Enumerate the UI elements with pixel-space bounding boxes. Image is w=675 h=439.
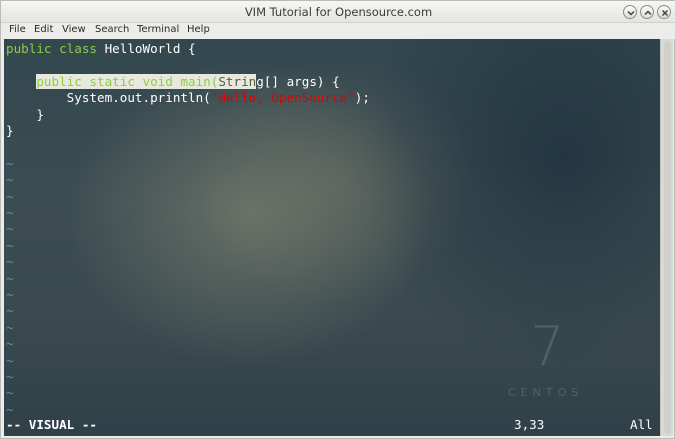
code-text: } (6, 123, 14, 138)
code-text: ); (354, 90, 370, 106)
menu-bar: File Edit View Search Terminal Help (1, 23, 675, 39)
empty-line-marker: ~ (6, 385, 14, 401)
code-text: HelloWorld { (104, 41, 196, 56)
code-text: } (36, 106, 44, 122)
menu-search[interactable]: Search (95, 24, 129, 35)
code-line-4: System.out.println("Hello, OpenSource"); (6, 90, 370, 106)
menu-terminal[interactable]: Terminal (137, 24, 179, 35)
empty-line-marker: ~ (6, 221, 14, 237)
window-title: VIM Tutorial for Opensource.com (244, 5, 433, 19)
menu-help[interactable]: Help (187, 24, 210, 35)
title-bar[interactable]: VIM Tutorial for Opensource.com (1, 1, 675, 23)
scroll-position: All (630, 417, 653, 432)
empty-line-marker: ~ (6, 155, 14, 171)
scrollbar-track[interactable] (664, 41, 671, 434)
empty-line-marker: ~ (6, 205, 14, 220)
empty-line-marker: ~ (6, 319, 14, 335)
code-text: System.out.println( (66, 90, 211, 106)
cursor-position: 3,33 (514, 417, 545, 432)
code-text: g[] args) { (256, 73, 340, 89)
close-icon (662, 10, 668, 16)
empty-line-marker: ~ (6, 188, 14, 204)
mode-indicator: -- VISUAL -- (6, 417, 97, 432)
menu-view[interactable]: View (62, 24, 86, 35)
menu-edit[interactable]: Edit (34, 24, 53, 35)
keyword: public class (6, 41, 105, 56)
empty-line-marker: ~ (6, 287, 14, 302)
menu-file[interactable]: File (9, 24, 26, 35)
empty-line-marker: ~ (6, 336, 14, 352)
code-line-6: } (6, 123, 14, 139)
empty-line-marker: ~ (6, 401, 14, 417)
code-line-1: public class HelloWorld { (6, 41, 196, 57)
minimize-button[interactable] (623, 5, 637, 19)
string-literal: "Hello, OpenSource" (210, 90, 355, 106)
vim-status-line: -- VISUAL -- 3,33 All (6, 417, 656, 433)
close-button[interactable] (657, 5, 671, 19)
visual-selection: public static void main( (36, 73, 219, 89)
chevron-up-icon (644, 10, 652, 15)
code-line-5: } (6, 107, 44, 123)
visual-selection-end: Strin (218, 73, 257, 89)
empty-line-marker: ~ (6, 237, 14, 253)
empty-line-marker: ~ (6, 303, 14, 319)
maximize-button[interactable] (640, 5, 654, 19)
empty-line-marker: ~ (6, 172, 14, 188)
empty-line-marker: ~ (6, 352, 14, 368)
centos-watermark-text: CENTOS (508, 386, 584, 399)
vertical-scrollbar[interactable] (660, 39, 673, 436)
empty-line-marker: ~ (6, 254, 14, 270)
centos-watermark-number: 7 (530, 315, 565, 378)
terminal-area[interactable]: 7 CENTOS public class HelloWorld { publi… (4, 39, 660, 436)
empty-line-marker: ~ (6, 369, 14, 384)
code-line-3: public static void main(String[] args) { (6, 73, 340, 90)
terminal-window: VIM Tutorial for Opensource.com File Edi… (0, 0, 675, 439)
chevron-down-icon (627, 11, 635, 16)
empty-line-marker: ~ (6, 270, 14, 286)
